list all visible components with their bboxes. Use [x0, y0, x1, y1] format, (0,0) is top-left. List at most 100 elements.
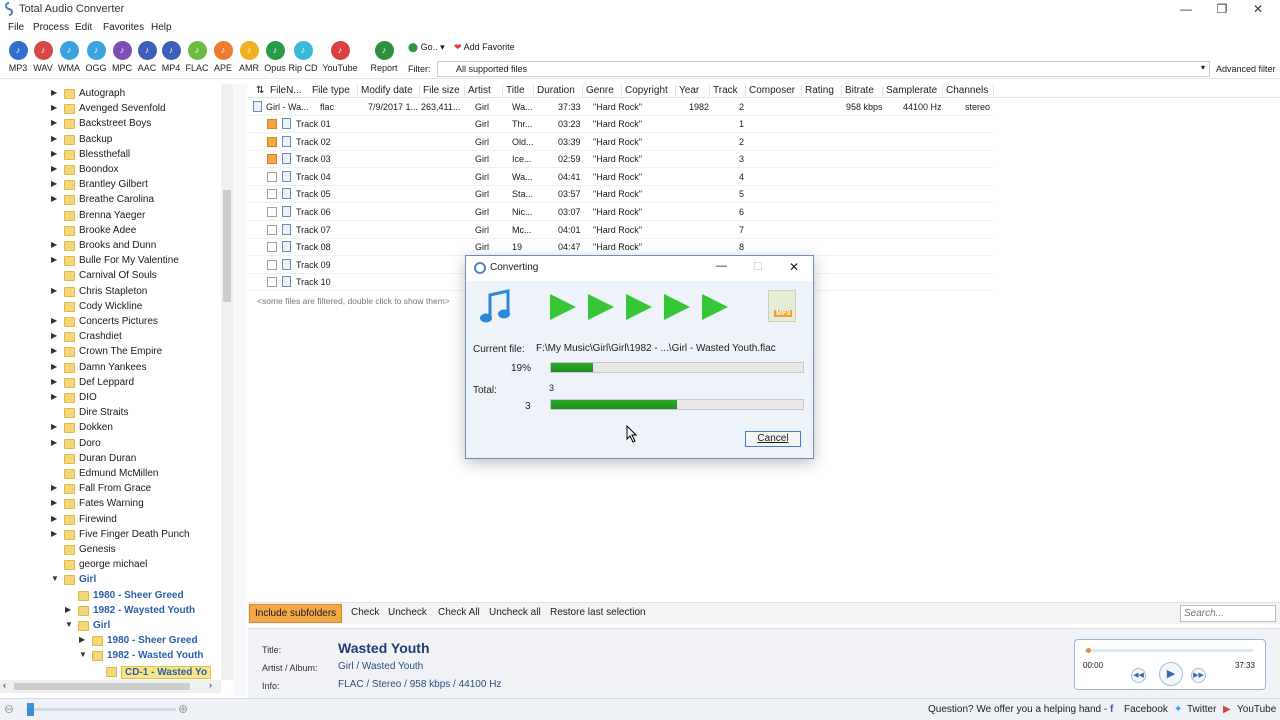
sort-icon[interactable]: ⇅: [254, 85, 264, 96]
column-header[interactable]: Samplerate: [884, 85, 943, 96]
format-button-12[interactable]: ♪ YouTube: [322, 41, 358, 73]
format-button-4[interactable]: ♪ MPC: [108, 41, 136, 73]
column-header[interactable]: Track: [711, 85, 746, 96]
minimize-button[interactable]: —: [1168, 0, 1204, 19]
scroll-thumb[interactable]: [14, 683, 190, 690]
table-row[interactable]: Track 07 Girl Mc... 04:01 "Hard Rock" 7: [248, 222, 994, 239]
expand-arrow-icon[interactable]: ▶: [51, 346, 61, 355]
row-checkbox[interactable]: [267, 154, 277, 165]
menu-edit[interactable]: Edit: [75, 22, 92, 33]
search-input[interactable]: [1180, 605, 1276, 622]
format-button-0[interactable]: ♪ MP3: [4, 41, 32, 73]
include-subfolders-button[interactable]: Include subfolders: [249, 604, 343, 623]
menu-process[interactable]: Process: [33, 22, 69, 33]
column-header[interactable]: Copyright: [623, 85, 676, 96]
uncheck-button[interactable]: Uncheck: [388, 607, 427, 618]
expand-arrow-icon[interactable]: ▶: [51, 179, 61, 188]
row-checkbox[interactable]: [267, 136, 277, 147]
format-button-11[interactable]: ♪ Rip CD: [285, 41, 321, 73]
row-checkbox[interactable]: [267, 242, 277, 253]
check-button[interactable]: Check: [351, 607, 379, 618]
zoom-out-icon[interactable]: ⊖: [4, 702, 14, 716]
menu-file[interactable]: File: [8, 22, 24, 33]
zoom-handle[interactable]: [27, 703, 34, 716]
column-header[interactable]: Rating: [803, 85, 842, 96]
expand-arrow-icon[interactable]: ▶: [51, 88, 61, 97]
twitter-link[interactable]: Twitter: [1187, 704, 1216, 715]
check-all-button[interactable]: Check All: [438, 607, 480, 618]
row-checkbox[interactable]: [267, 207, 277, 217]
add-favorite-button[interactable]: ❤ Add Favorite: [454, 42, 515, 53]
seek-handle[interactable]: [1086, 648, 1091, 653]
facebook-link[interactable]: Facebook: [1124, 704, 1168, 715]
collapse-arrow-icon[interactable]: ▼: [65, 620, 75, 629]
expand-arrow-icon[interactable]: ▶: [51, 377, 61, 386]
expand-arrow-icon[interactable]: ▶: [51, 422, 61, 431]
filter-select[interactable]: All supported files ▾: [437, 61, 1210, 77]
table-row[interactable]: Track 01 Girl Thr... 03:23 "Hard Rock" 1: [248, 116, 994, 133]
column-header[interactable]: Bitrate: [843, 85, 883, 96]
restore-selection-button[interactable]: Restore last selection: [550, 607, 646, 618]
row-checkbox[interactable]: [267, 259, 277, 270]
expand-arrow-icon[interactable]: ▶: [51, 316, 61, 325]
scroll-left-icon[interactable]: ‹: [3, 680, 6, 690]
expand-arrow-icon[interactable]: ▶: [51, 118, 61, 127]
maximize-button[interactable]: ❐: [1204, 0, 1240, 19]
table-row[interactable]: Track 08 Girl 19 04:47 "Hard Rock" 8: [248, 239, 994, 257]
zoom-slider[interactable]: [26, 708, 176, 711]
scroll-right-icon[interactable]: ›: [209, 680, 212, 690]
collapse-arrow-icon[interactable]: ▼: [51, 574, 61, 583]
expand-arrow-icon[interactable]: ▶: [51, 514, 61, 523]
expand-arrow-icon[interactable]: ▶: [51, 134, 61, 143]
expand-arrow-icon[interactable]: ▶: [51, 240, 61, 249]
row-checkbox[interactable]: [267, 224, 277, 235]
tree-vertical-scrollbar[interactable]: [221, 84, 233, 680]
expand-arrow-icon[interactable]: ▶: [51, 498, 61, 507]
close-button[interactable]: ✕: [1240, 0, 1276, 19]
expand-arrow-icon[interactable]: ▶: [79, 635, 89, 644]
advanced-filter-link[interactable]: Advanced filter: [1216, 64, 1276, 74]
expand-arrow-icon[interactable]: ▶: [51, 529, 61, 538]
format-button-1[interactable]: ♪ WAV: [29, 41, 57, 73]
table-row[interactable]: Track 05 Girl Sta... 03:57 "Hard Rock" 5: [248, 186, 994, 204]
format-button-13[interactable]: ♪ Report: [366, 41, 402, 73]
expand-arrow-icon[interactable]: ▶: [51, 286, 61, 295]
format-button-8[interactable]: ♪ APE: [209, 41, 237, 73]
expand-arrow-icon[interactable]: ▶: [51, 194, 61, 203]
column-header[interactable]: Composer: [747, 85, 802, 96]
seek-bar[interactable]: [1085, 649, 1253, 652]
row-checkbox[interactable]: [267, 171, 277, 182]
tree-horizontal-scrollbar[interactable]: ‹ ›: [0, 680, 221, 693]
scroll-thumb[interactable]: [223, 190, 231, 302]
row-checkbox[interactable]: [267, 189, 277, 200]
column-header[interactable]: Channels: [944, 85, 994, 96]
column-header[interactable]: File type: [310, 85, 358, 96]
format-button-3[interactable]: ♪ OGG: [82, 41, 110, 73]
dialog-close-button[interactable]: ✕: [789, 260, 799, 274]
expand-arrow-icon[interactable]: ▶: [51, 164, 61, 173]
dialog-minimize-button[interactable]: —: [716, 260, 727, 272]
zoom-in-icon[interactable]: ⊕: [178, 702, 188, 716]
format-button-7[interactable]: ♪ FLAC: [183, 41, 211, 73]
expand-arrow-icon[interactable]: ▶: [51, 438, 61, 447]
table-row[interactable]: Track 06 Girl Nic... 03:07 "Hard Rock" 6: [248, 204, 994, 221]
format-button-9[interactable]: ♪ AMR: [235, 41, 263, 73]
menu-help[interactable]: Help: [151, 22, 172, 33]
table-row[interactable]: Track 03 Girl Ice... 02:59 "Hard Rock" 3: [248, 151, 994, 169]
go-button[interactable]: ⬤ Go.. ▾: [408, 42, 445, 53]
expand-arrow-icon[interactable]: ▶: [51, 103, 61, 112]
collapse-arrow-icon[interactable]: ▼: [79, 650, 89, 659]
menu-favorites[interactable]: Favorites: [103, 22, 144, 33]
expand-arrow-icon[interactable]: ▶: [51, 362, 61, 371]
column-header[interactable]: Year: [677, 85, 710, 96]
help-question[interactable]: Question? We offer you a helping hand -: [928, 704, 1107, 715]
column-header[interactable]: Title: [504, 85, 534, 96]
format-button-2[interactable]: ♪ WMA: [55, 41, 83, 73]
expand-arrow-icon[interactable]: ▶: [65, 605, 75, 614]
column-header[interactable]: File size: [421, 85, 465, 96]
expand-arrow-icon[interactable]: ▶: [51, 483, 61, 492]
filtered-note[interactable]: <some files are filtered, double click t…: [257, 296, 450, 306]
rewind-icon[interactable]: ◀◀: [1131, 668, 1146, 683]
table-row[interactable]: Girl - Wa... flac 7/9/2017 1... 263,411... G…: [248, 99, 994, 116]
expand-arrow-icon[interactable]: ▶: [51, 392, 61, 401]
